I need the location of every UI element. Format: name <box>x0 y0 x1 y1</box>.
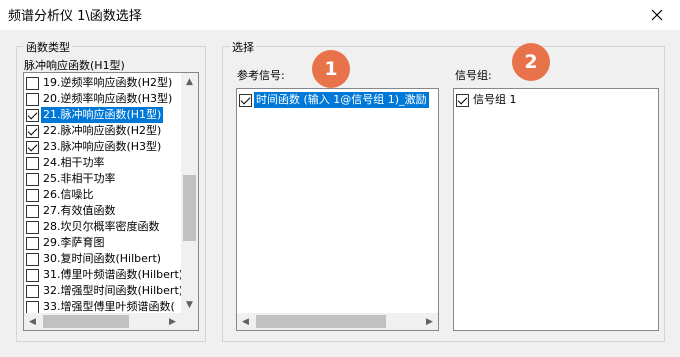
list-item[interactable]: 30.复时间函数(Hilbert) <box>26 251 163 267</box>
function-type-list[interactable]: 19.逆频率响应函数(H2型) 20.逆频率响应函数(H3型) 21.脉冲响应函数(… <box>23 72 199 331</box>
scroll-left-icon[interactable]: ◀ <box>24 313 41 330</box>
function-list-vscroll[interactable]: ▲ ▼ <box>181 73 198 313</box>
scroll-up-icon[interactable]: ▲ <box>181 73 198 90</box>
list-item[interactable]: 29.李萨育图 <box>26 235 107 251</box>
list-item-label: 19.逆频率响应函数(H2型) <box>43 76 173 89</box>
checkbox[interactable] <box>26 220 39 234</box>
list-item[interactable]: 19.逆频率响应函数(H2型) <box>26 75 174 91</box>
checkbox[interactable] <box>26 76 39 90</box>
list-item-label: 32.增强型时间函数(Hilbert) <box>43 284 184 297</box>
close-button[interactable] <box>634 0 680 30</box>
reference-signal-label: 参考信号: <box>237 69 285 82</box>
checkbox[interactable] <box>26 268 39 282</box>
list-item-label: 31.傅里叶频谱函数(Hilbert) <box>43 268 184 281</box>
list-item[interactable]: 32.增强型时间函数(Hilbert) <box>26 283 185 299</box>
list-item-label: 23.脉冲响应函数(H3型) <box>43 140 162 153</box>
checkbox[interactable] <box>26 172 39 186</box>
list-item[interactable]: 27.有效值函数 <box>26 203 118 219</box>
list-item-label: 时间函数 (输入 1@信号组 1)_激励 <box>254 92 429 108</box>
list-item[interactable]: 21.脉冲响应函数(H1型) <box>26 107 164 123</box>
checkbox[interactable] <box>26 236 39 250</box>
reference-list-hscroll-thumb[interactable] <box>256 315 386 328</box>
checkbox[interactable] <box>26 284 39 298</box>
window-title: 频谱分析仪 1\函数选择 <box>8 9 142 24</box>
list-item-label: 22.脉冲响应函数(H2型) <box>43 124 162 137</box>
list-item-label: 信号组 1 <box>473 93 517 106</box>
reference-list-hscroll[interactable]: ◀ ▶ <box>237 313 438 330</box>
step-badge-1: 1 <box>312 50 350 88</box>
step-badge-2: 2 <box>512 43 550 81</box>
list-item-label: 28.坎贝尔概率密度函数 <box>43 220 160 233</box>
checkbox[interactable] <box>26 108 39 122</box>
list-item-label: 27.有效值函数 <box>43 204 116 217</box>
function-list-vscroll-thumb[interactable] <box>183 175 196 241</box>
current-function-label: 脉冲响应函数(H1型) <box>24 59 125 72</box>
list-item[interactable]: 23.脉冲响应函数(H3型) <box>26 139 163 155</box>
close-icon <box>651 9 663 21</box>
signal-group-label: 信号组: <box>455 69 492 82</box>
list-item[interactable]: 24.相干功率 <box>26 155 107 171</box>
scroll-right-icon[interactable]: ▶ <box>421 313 438 330</box>
list-item[interactable]: 时间函数 (输入 1@信号组 1)_激励 <box>239 92 429 108</box>
scroll-left-icon[interactable]: ◀ <box>237 313 254 330</box>
scroll-right-icon[interactable]: ▶ <box>164 313 181 330</box>
list-item-label: 30.复时间函数(Hilbert) <box>43 252 162 265</box>
scroll-corner <box>181 313 198 330</box>
list-item-label: 26.信噪比 <box>43 188 94 201</box>
list-item[interactable]: 25.非相干功率 <box>26 171 118 187</box>
checkbox[interactable] <box>26 124 39 138</box>
list-item-label: 25.非相干功率 <box>43 172 116 185</box>
function-list-hscroll[interactable]: ◀ ▶ <box>24 313 181 330</box>
function-type-group-label: 函数类型 <box>24 39 72 55</box>
list-item[interactable]: 26.信噪比 <box>26 187 96 203</box>
reference-signal-list[interactable]: 时间函数 (输入 1@信号组 1)_激励 ◀ ▶ <box>236 88 439 331</box>
checkbox[interactable] <box>26 140 39 154</box>
checkbox[interactable] <box>26 252 39 266</box>
checkbox[interactable] <box>26 300 39 314</box>
signal-group-list[interactable]: 信号组 1 <box>453 88 659 331</box>
list-item[interactable]: 20.逆频率响应函数(H3型) <box>26 91 174 107</box>
list-item[interactable]: 信号组 1 <box>456 92 519 108</box>
title-bar: 频谱分析仪 1\函数选择 <box>0 0 680 30</box>
checkbox[interactable] <box>26 204 39 218</box>
list-item-label: 21.脉冲响应函数(H1型) <box>41 107 164 123</box>
checkbox[interactable] <box>456 93 469 107</box>
list-item[interactable]: 28.坎贝尔概率密度函数 <box>26 219 162 235</box>
list-item[interactable]: 31.傅里叶频谱函数(Hilbert) <box>26 267 185 283</box>
list-item[interactable]: 22.脉冲响应函数(H2型) <box>26 123 163 139</box>
checkbox[interactable] <box>26 156 39 170</box>
function-list-hscroll-thumb[interactable] <box>43 315 129 328</box>
list-item-label: 29.李萨育图 <box>43 236 105 249</box>
checkbox[interactable] <box>239 93 252 107</box>
list-item-label: 20.逆频率响应函数(H3型) <box>43 92 173 105</box>
checkbox[interactable] <box>26 188 39 202</box>
scroll-down-icon[interactable]: ▼ <box>181 296 198 313</box>
checkbox[interactable] <box>26 92 39 106</box>
selection-group-label: 选择 <box>230 39 256 55</box>
list-item-label: 24.相干功率 <box>43 156 105 169</box>
